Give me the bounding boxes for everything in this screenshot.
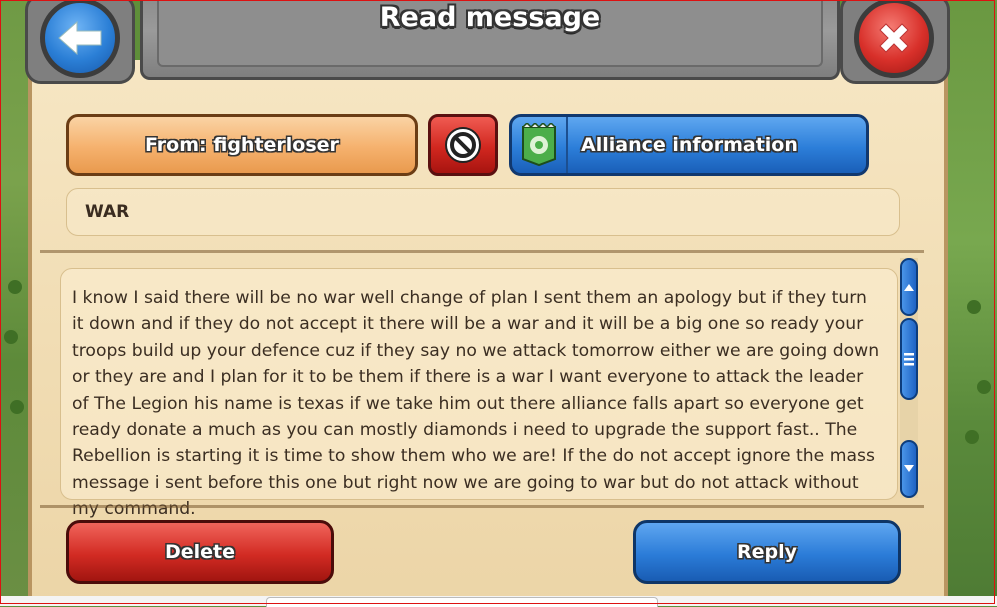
delete-label: Delete <box>164 541 236 563</box>
tree-decoration <box>977 380 991 394</box>
back-button[interactable] <box>40 0 120 78</box>
chevron-up-icon <box>904 284 914 291</box>
back-arrow-icon <box>58 20 102 56</box>
divider-top <box>40 250 924 253</box>
reply-label: Reply <box>736 541 797 563</box>
tree-decoration <box>10 400 24 414</box>
divider-bottom <box>40 505 924 508</box>
alliance-icon-wrapper <box>512 117 568 173</box>
grip-icon <box>904 353 914 366</box>
sender-label: From: fighterloser <box>145 134 339 156</box>
subject-text: WAR <box>85 202 130 222</box>
scrollbar-thumb[interactable] <box>900 318 918 400</box>
alliance-information-button[interactable]: Alliance information <box>509 114 869 176</box>
tree-decoration <box>967 300 981 314</box>
sender-button[interactable]: From: fighterloser <box>66 114 418 176</box>
alliance-banner-icon <box>522 123 556 167</box>
tree-decoration <box>965 430 979 444</box>
delete-button[interactable]: Delete <box>66 520 334 584</box>
scroll-down-button[interactable] <box>900 440 918 498</box>
page-title: Read message <box>379 2 601 33</box>
game-background-right <box>947 0 997 606</box>
alliance-information-label: Alliance information <box>581 134 798 156</box>
block-icon <box>445 127 481 163</box>
scroll-up-button[interactable] <box>900 258 918 316</box>
game-background-left <box>0 0 30 606</box>
message-body-box: I know I said there will be no war well … <box>60 268 898 519</box>
subject-field: WAR <box>66 188 900 236</box>
chevron-down-icon <box>904 465 914 472</box>
tree-decoration <box>4 330 18 344</box>
reply-button[interactable]: Reply <box>633 520 901 584</box>
tree-decoration <box>8 280 22 294</box>
message-body-text: I know I said there will be no war well … <box>72 288 880 520</box>
title-bar: Read message <box>140 0 840 80</box>
close-x-icon <box>879 23 909 53</box>
block-sender-button[interactable] <box>428 114 498 176</box>
close-button[interactable] <box>854 0 934 78</box>
